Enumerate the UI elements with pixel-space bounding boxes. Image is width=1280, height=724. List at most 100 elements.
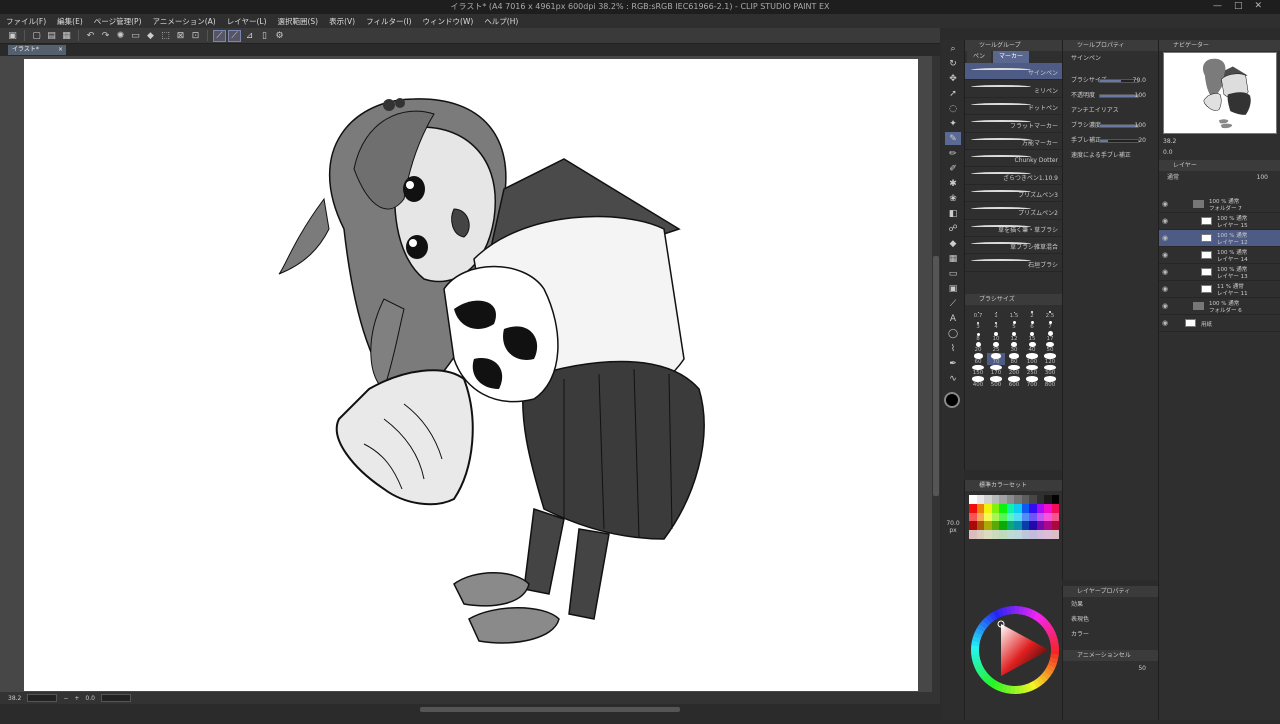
- eye-icon[interactable]: ◉: [1162, 217, 1168, 225]
- brush-size-option[interactable]: 1: [987, 307, 1005, 319]
- property-value[interactable]: 20: [1138, 133, 1146, 148]
- color-swatch[interactable]: [969, 530, 977, 539]
- brush-size-option[interactable]: 25: [987, 341, 1005, 353]
- menu-page[interactable]: ページ管理(P): [94, 16, 142, 27]
- menu-window[interactable]: ウィンドウ(W): [423, 16, 474, 27]
- brush-item[interactable]: ミリペン: [965, 80, 1062, 98]
- brush-item[interactable]: 万能マーカー: [965, 133, 1062, 150]
- text-tool-icon[interactable]: A: [945, 312, 961, 325]
- canvas-page[interactable]: [24, 59, 918, 691]
- zoom-in-icon[interactable]: +: [74, 695, 79, 702]
- color-swatch[interactable]: [1051, 521, 1059, 531]
- color-swatch[interactable]: [1021, 495, 1029, 504]
- angle-value[interactable]: 0.0: [85, 695, 95, 702]
- color-swatch[interactable]: [976, 512, 984, 522]
- animation-row[interactable]: 50: [1063, 661, 1158, 676]
- layer-folder-row[interactable]: ◉ 100 % 通常 フォルダー 7: [1159, 196, 1280, 213]
- brush-size-option[interactable]: 7: [1041, 319, 1059, 330]
- color-swatch[interactable]: [984, 521, 992, 531]
- color-swatch[interactable]: [999, 521, 1007, 531]
- clear-icon[interactable]: ▭: [129, 30, 142, 42]
- color-swatch[interactable]: [969, 495, 977, 504]
- color-swatch[interactable]: [1044, 530, 1052, 539]
- brush-size-option[interactable]: 60: [969, 353, 987, 365]
- new-icon[interactable]: ▣: [6, 30, 19, 42]
- brush-size-option[interactable]: 500: [987, 376, 1005, 388]
- fill-icon[interactable]: ◆: [144, 30, 157, 42]
- eraser-tool-icon[interactable]: ◧: [945, 207, 961, 220]
- eye-icon[interactable]: ◉: [1162, 200, 1168, 208]
- scroll-thumb[interactable]: [933, 256, 939, 496]
- brush-size-option[interactable]: 300: [1041, 364, 1059, 376]
- color-swatch[interactable]: [976, 530, 984, 539]
- blend-tool-icon[interactable]: ☍: [945, 222, 961, 235]
- color-swatch[interactable]: [1044, 521, 1052, 531]
- brush-size-option[interactable]: 50: [1041, 341, 1059, 353]
- brush-item[interactable]: ざらつきペン1.10.9: [965, 167, 1062, 185]
- eyedropper-tool-icon[interactable]: ✒: [945, 357, 961, 370]
- brush-item[interactable]: プリズムペン3: [965, 185, 1062, 203]
- move-tool-icon[interactable]: ✥: [945, 72, 961, 85]
- color-swatch[interactable]: [976, 503, 984, 513]
- brush-size-option[interactable]: 700: [1023, 376, 1041, 388]
- brush-size-option[interactable]: 250: [1023, 364, 1041, 376]
- color-swatch[interactable]: [1021, 530, 1029, 539]
- color-swatch[interactable]: [1006, 530, 1014, 539]
- color-swatch[interactable]: [1036, 521, 1044, 531]
- open-icon[interactable]: ▤: [45, 30, 58, 42]
- brush-item[interactable]: 草ブラシ雑草混合: [965, 237, 1062, 255]
- color-swatch[interactable]: [991, 495, 999, 504]
- color-swatch[interactable]: [1036, 530, 1044, 539]
- brush-size-option[interactable]: 200: [1005, 364, 1023, 376]
- color-swatch[interactable]: [1029, 495, 1037, 504]
- brush-item[interactable]: プリズムペン2: [965, 202, 1062, 220]
- color-swatch[interactable]: [1006, 495, 1014, 504]
- layer-row[interactable]: ◉ 100 % 通常 レイヤー 12: [1159, 230, 1280, 247]
- close-button[interactable]: ✕: [1254, 1, 1274, 11]
- brush-item[interactable]: ドットペン: [965, 98, 1062, 116]
- brush-size-option[interactable]: 6: [1023, 319, 1041, 330]
- settings-icon[interactable]: ⚙: [273, 30, 286, 42]
- color-swatch[interactable]: [1029, 503, 1037, 513]
- brush-size-option[interactable]: 70: [987, 353, 1005, 365]
- spinner-icon[interactable]: ✺: [114, 30, 127, 42]
- color-swatch[interactable]: [984, 512, 992, 522]
- menu-layer[interactable]: レイヤー(L): [227, 16, 267, 27]
- color-swatch[interactable]: [1014, 530, 1022, 539]
- brush-size-option[interactable]: 8: [969, 330, 987, 342]
- frame-tool-icon[interactable]: ▣: [945, 282, 961, 295]
- color-wheel[interactable]: [965, 590, 1063, 720]
- brush-item[interactable]: 石垣ブラシ: [965, 254, 1062, 272]
- color-swatch[interactable]: [976, 495, 984, 504]
- eye-icon[interactable]: ◉: [1162, 319, 1168, 327]
- color-swatch[interactable]: [1036, 503, 1044, 513]
- color-swatch[interactable]: [1006, 521, 1014, 531]
- menu-file[interactable]: ファイル(F): [6, 16, 46, 27]
- zoom-slider[interactable]: [27, 694, 58, 702]
- property-slider[interactable]: [1099, 94, 1139, 98]
- layer-row[interactable]: ◉ 100 % 通常 レイヤー 15: [1159, 213, 1280, 230]
- transform-icon[interactable]: ⊡: [189, 30, 202, 42]
- color-swatch[interactable]: [1014, 512, 1022, 522]
- line-fix-tool-icon[interactable]: ⌇: [945, 342, 961, 355]
- menu-filter[interactable]: フィルター(I): [366, 16, 411, 27]
- property-value[interactable]: 100: [1135, 88, 1146, 103]
- main-color-swatch[interactable]: [944, 392, 960, 408]
- operation-tool-icon[interactable]: ➚: [945, 87, 961, 100]
- brush-size-option[interactable]: 15: [1023, 330, 1041, 342]
- color-swatch[interactable]: [999, 495, 1007, 504]
- side-brush-size[interactable]: 70.0 px: [943, 520, 963, 534]
- auto-select-tool-icon[interactable]: ✦: [945, 117, 961, 130]
- color-swatch[interactable]: [1051, 495, 1059, 504]
- undo-icon[interactable]: ↶: [84, 30, 97, 42]
- color-swatch[interactable]: [999, 512, 1007, 522]
- tab-pen[interactable]: ペン: [967, 51, 992, 63]
- color-swatch[interactable]: [1006, 512, 1014, 522]
- document-tab[interactable]: イラスト* ×: [8, 45, 66, 55]
- brush-size-option[interactable]: 20: [969, 342, 987, 353]
- color-swatch[interactable]: [969, 521, 977, 531]
- pen-tool-icon[interactable]: ✎: [945, 132, 961, 145]
- navigator-angle[interactable]: 0.0: [1163, 149, 1173, 156]
- color-swatch[interactable]: [1021, 521, 1029, 531]
- saturation-value-triangle[interactable]: [1001, 624, 1049, 676]
